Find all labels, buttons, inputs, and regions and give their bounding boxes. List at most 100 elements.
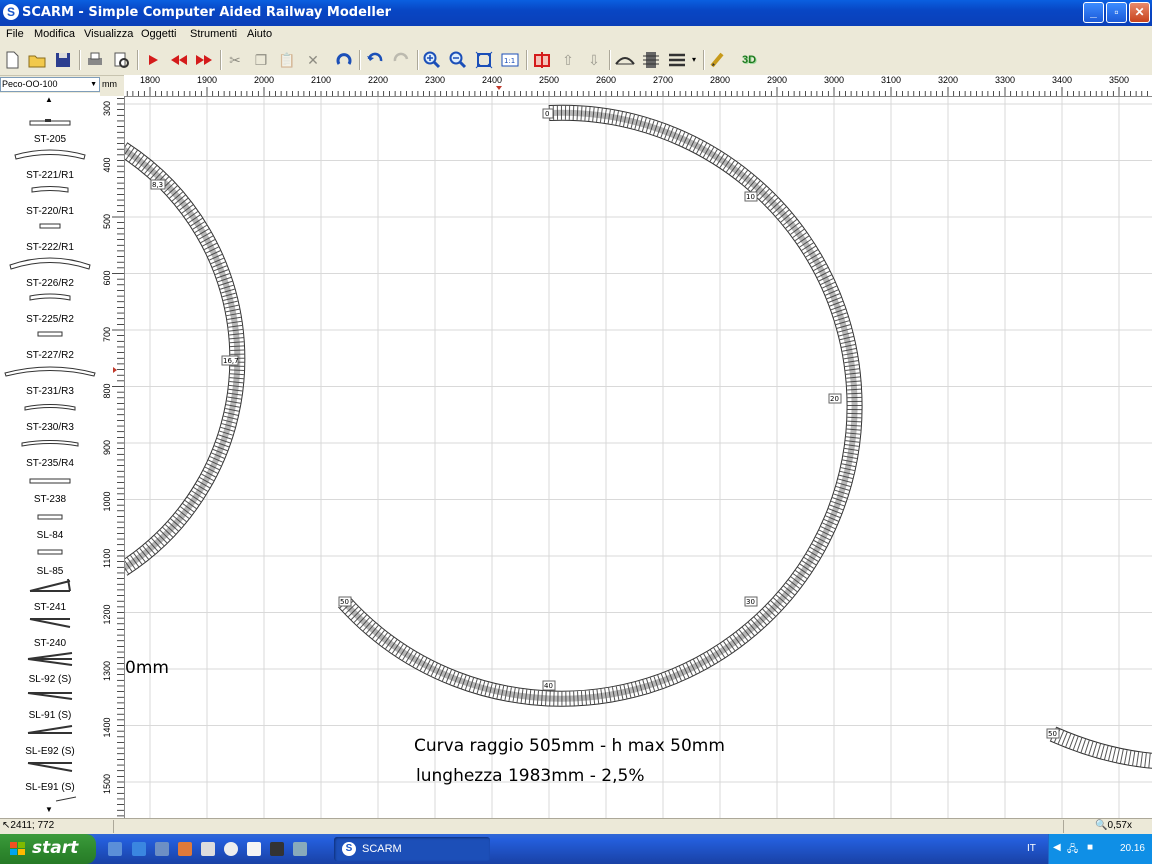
- bridge-icon[interactable]: [615, 50, 635, 70]
- ruler-tick-label: 2700: [653, 75, 673, 85]
- fast-forward-icon[interactable]: [194, 50, 214, 70]
- print-icon[interactable]: [85, 50, 105, 70]
- language-indicator[interactable]: IT: [1027, 843, 1036, 854]
- status-coordinates: ↖2411; 772: [2, 820, 54, 831]
- layers-icon[interactable]: [667, 50, 687, 70]
- taskbar-scarm-button[interactable]: S SCARM: [334, 837, 490, 861]
- measure-icon[interactable]: [708, 50, 728, 70]
- palette-item[interactable]: SL-85: [0, 541, 100, 577]
- raise-icon[interactable]: ⇧: [558, 50, 578, 70]
- palette-item[interactable]: ST-231/R3: [0, 361, 100, 397]
- palette-item[interactable]: ST-220/R1: [0, 181, 100, 217]
- palette-item[interactable]: SL-84: [0, 505, 100, 541]
- palette-item[interactable]: ST-235/R4: [0, 433, 100, 469]
- cut-icon[interactable]: ✂: [225, 50, 245, 70]
- chevron-down-icon[interactable]: ▼: [90, 78, 97, 91]
- title-bar: S SCARM - Simple Computer Aided Railway …: [0, 0, 1152, 26]
- window-title: SCARM - Simple Computer Aided Railway Mo…: [22, 5, 392, 20]
- palette-item-label: ST-231/R3: [26, 386, 74, 397]
- close-button[interactable]: ✕: [1129, 2, 1150, 23]
- menu-strumenti[interactable]: Strumenti: [190, 28, 237, 40]
- quicklaunch-firefox-icon[interactable]: [178, 842, 192, 856]
- zoom-actual-icon[interactable]: 1:1: [500, 50, 520, 70]
- print-preview-icon[interactable]: [111, 50, 131, 70]
- start-button[interactable]: start: [0, 834, 96, 864]
- paste-icon[interactable]: 📋: [277, 50, 297, 70]
- quicklaunch-calculator-icon[interactable]: [293, 842, 307, 856]
- zoom-in-icon[interactable]: [422, 50, 442, 70]
- palette-item[interactable]: ST-227/R2: [0, 325, 100, 361]
- height-marker: 20: [830, 395, 839, 403]
- undo-icon[interactable]: [365, 50, 385, 70]
- menu-file[interactable]: File: [6, 28, 24, 40]
- quicklaunch-film-icon[interactable]: [270, 842, 284, 856]
- ruler-tick-label: 2200: [368, 75, 388, 85]
- rotate-icon[interactable]: [334, 50, 354, 70]
- palette-item[interactable]: ST-221/R1: [0, 145, 100, 181]
- track-curve-left[interactable]: [125, 142, 246, 576]
- redo-icon[interactable]: [391, 50, 411, 70]
- quicklaunch-ie-icon[interactable]: [132, 842, 146, 856]
- track-piece-icon: [4, 366, 96, 377]
- layers-dropdown-icon[interactable]: ▾: [689, 50, 699, 70]
- ruler-tick-label: 1300: [102, 661, 112, 681]
- layout-drawing[interactable]: 0 10 20 30 40 50 8,3 16,7 50 0mm Curva r…: [125, 97, 1152, 818]
- ruler-tick-label: 800: [102, 383, 112, 398]
- rewind-icon[interactable]: [169, 50, 189, 70]
- zoom-fit-icon[interactable]: [474, 50, 494, 70]
- palette-item[interactable]: ST-222/R1: [0, 217, 100, 253]
- horizontal-ruler: 1800 1900 2000 2100 2200 2300 2400 2500 2600 2700…: [124, 75, 1152, 97]
- open-folder-icon[interactable]: [27, 50, 47, 70]
- save-icon[interactable]: [53, 50, 73, 70]
- canvas-partial-text: 0mm: [125, 658, 169, 678]
- palette-scroll-up-icon[interactable]: ▲: [45, 95, 53, 104]
- quicklaunch-scarm-icon[interactable]: [108, 842, 122, 856]
- quicklaunch-document-icon[interactable]: [247, 842, 261, 856]
- track-curve-right[interactable]: [1049, 726, 1152, 769]
- menu-modifica[interactable]: Modifica: [34, 28, 75, 40]
- palette-item[interactable]: SL-92 (S): [0, 649, 100, 685]
- layout-canvas[interactable]: 0 10 20 30 40 50 8,3 16,7 50 0mm Curva r…: [125, 97, 1152, 818]
- menu-visualizza[interactable]: Visualizza: [84, 28, 133, 40]
- palette-item[interactable]: SL-91 (S): [0, 685, 100, 721]
- tray-app-icon[interactable]: ■: [1087, 842, 1093, 853]
- palette-item[interactable]: ST-205: [0, 109, 100, 145]
- palette-item-label: ST-222/R1: [26, 242, 74, 253]
- palette-item[interactable]: ST-226/R2: [0, 253, 100, 289]
- palette-item[interactable]: ST-238: [0, 469, 100, 505]
- ruler-tick-label: 500: [102, 214, 112, 229]
- maximize-button[interactable]: ▫: [1106, 2, 1127, 23]
- ruler-tick-label: 2400: [482, 75, 502, 85]
- quicklaunch-window-icon[interactable]: [201, 842, 215, 856]
- menu-oggetti[interactable]: Oggetti: [141, 28, 176, 40]
- track-piece-icon: [24, 404, 76, 411]
- view-3d-button[interactable]: 3D: [737, 50, 761, 70]
- ruler-tick-label: 3400: [1052, 75, 1072, 85]
- minimize-button[interactable]: _: [1083, 2, 1104, 23]
- track-piece-icon: [29, 578, 71, 592]
- delete-icon[interactable]: ✕: [303, 50, 323, 70]
- lower-icon[interactable]: ⇩: [584, 50, 604, 70]
- palette-item[interactable]: ST-240: [0, 613, 100, 649]
- quicklaunch-media-icon[interactable]: [224, 842, 238, 856]
- palette-item[interactable]: ST-230/R3: [0, 397, 100, 433]
- palette-scroll-down-icon[interactable]: ▼: [45, 805, 53, 814]
- library-select[interactable]: Peco-OO-100 ▼: [0, 77, 100, 92]
- palette-item[interactable]: SL-E91 (S): [0, 757, 100, 793]
- track-piece-icon: [27, 762, 73, 772]
- palette-item-label: ST-226/R2: [26, 278, 74, 289]
- network-icon[interactable]: 🖧: [1067, 842, 1078, 859]
- play-icon[interactable]: [143, 50, 163, 70]
- height-tool-icon[interactable]: [532, 50, 552, 70]
- palette-item[interactable]: ST-241: [0, 577, 100, 613]
- zoom-out-icon[interactable]: [448, 50, 468, 70]
- track-helix-main[interactable]: [338, 104, 863, 707]
- quicklaunch-app-icon[interactable]: [155, 842, 169, 856]
- palette-item[interactable]: SL-E92 (S): [0, 721, 100, 757]
- palette-item[interactable]: ST-225/R2: [0, 289, 100, 325]
- tunnel-icon[interactable]: [641, 50, 661, 70]
- copy-icon[interactable]: ❐: [251, 50, 271, 70]
- new-file-icon[interactable]: [2, 50, 22, 70]
- tray-expand-icon[interactable]: ◀: [1053, 842, 1061, 853]
- menu-aiuto[interactable]: Aiuto: [247, 28, 272, 40]
